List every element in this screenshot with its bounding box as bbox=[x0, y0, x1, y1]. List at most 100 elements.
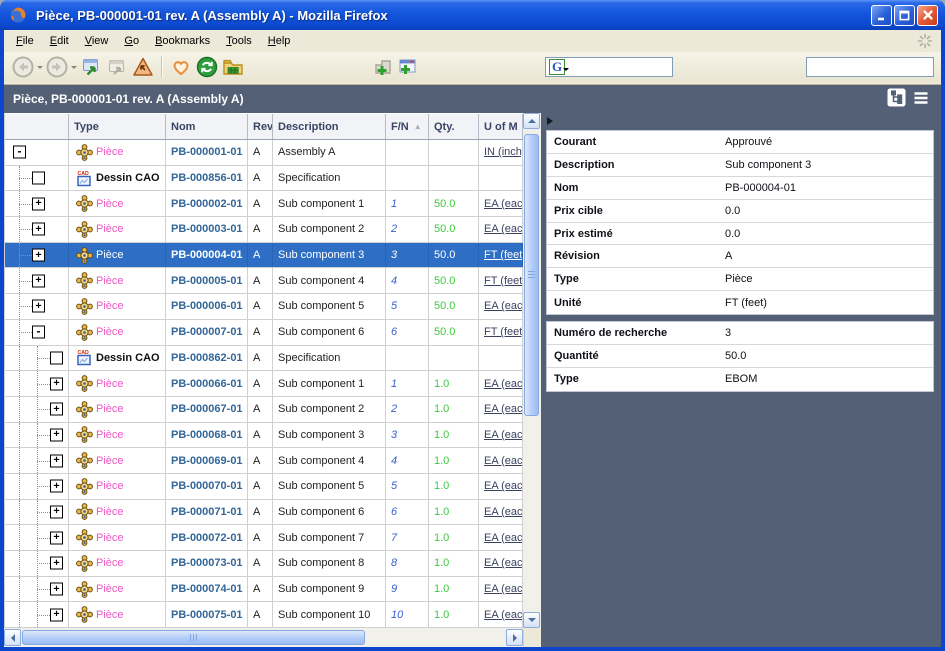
uom-value[interactable]: FT (feet) bbox=[484, 326, 523, 338]
table-row[interactable]: +PiècePB-000072-01ASub component 771.0EA… bbox=[5, 525, 523, 551]
horizontal-scroll-thumb[interactable] bbox=[22, 630, 365, 645]
table-row[interactable]: +PiècePB-000004-01ASub component 3350.0F… bbox=[5, 243, 523, 269]
search-box[interactable] bbox=[806, 57, 934, 77]
nom-value[interactable]: PB-000071-01 bbox=[171, 506, 243, 518]
uom-value[interactable]: EA (each) bbox=[484, 300, 523, 312]
uom-value[interactable]: IN (inch) bbox=[484, 146, 523, 158]
table-row[interactable]: +PiècePB-000066-01ASub component 111.0EA… bbox=[5, 371, 523, 397]
expand-toggle[interactable]: + bbox=[50, 531, 63, 544]
menu-view[interactable]: View bbox=[77, 31, 117, 51]
add-window-button[interactable] bbox=[396, 56, 418, 78]
drawing-box[interactable] bbox=[50, 351, 63, 364]
table-row[interactable]: +PiècePB-000075-01ASub component 10101.0… bbox=[5, 602, 523, 628]
table-row[interactable]: CADDessin CAOPB-000862-01ASpecification bbox=[5, 346, 523, 372]
menu-help[interactable]: Help bbox=[260, 31, 299, 51]
nom-value[interactable]: PB-000007-01 bbox=[171, 326, 243, 338]
collapse-toggle[interactable]: - bbox=[13, 146, 26, 159]
scroll-right-button[interactable] bbox=[506, 629, 523, 646]
expand-toggle[interactable]: + bbox=[50, 403, 63, 416]
table-row[interactable]: +PiècePB-000068-01ASub component 331.0EA… bbox=[5, 423, 523, 449]
forward-button[interactable] bbox=[45, 55, 69, 79]
forward-dropdown-icon[interactable] bbox=[71, 66, 77, 72]
back-dropdown-icon[interactable] bbox=[37, 66, 43, 72]
expand-toggle[interactable]: + bbox=[32, 300, 45, 313]
scroll-down-button[interactable] bbox=[523, 612, 540, 628]
vertical-scroll-thumb[interactable] bbox=[524, 134, 539, 416]
nom-value[interactable]: PB-000067-01 bbox=[171, 403, 243, 415]
minimize-button[interactable] bbox=[871, 5, 892, 26]
panel-collapse-arrow-icon[interactable] bbox=[547, 117, 557, 125]
nom-value[interactable]: PB-000862-01 bbox=[171, 352, 243, 364]
expand-toggle[interactable]: + bbox=[50, 505, 63, 518]
table-row[interactable]: -PiècePB-000001-01AAssembly AIN (inch) bbox=[5, 140, 523, 166]
drawing-box[interactable] bbox=[32, 172, 45, 185]
column-header-fn[interactable]: F/N▲ bbox=[386, 114, 429, 139]
nom-value[interactable]: PB-000066-01 bbox=[171, 378, 243, 390]
expand-toggle[interactable]: + bbox=[50, 428, 63, 441]
expand-toggle[interactable]: + bbox=[50, 557, 63, 570]
uom-value[interactable]: EA (each) bbox=[484, 378, 523, 390]
title-bar[interactable]: Pièce, PB-000001-01 rev. A (Assembly A) … bbox=[0, 0, 945, 30]
nom-value[interactable]: PB-000068-01 bbox=[171, 429, 243, 441]
expand-toggle[interactable]: + bbox=[32, 197, 45, 210]
table-row[interactable]: +PiècePB-000070-01ASub component 551.0EA… bbox=[5, 474, 523, 500]
uom-value[interactable]: EA (each) bbox=[484, 455, 523, 467]
back-button[interactable] bbox=[11, 55, 35, 79]
engine-dropdown-icon[interactable] bbox=[563, 68, 569, 74]
expand-toggle[interactable]: + bbox=[50, 377, 63, 390]
table-row[interactable]: +PiècePB-000006-01ASub component 5550.0E… bbox=[5, 294, 523, 320]
table-row[interactable]: +PiècePB-000071-01ASub component 661.0EA… bbox=[5, 500, 523, 526]
table-row[interactable]: CADDessin CAOPB-000856-01ASpecification bbox=[5, 166, 523, 192]
table-row[interactable]: +PiècePB-000003-01ASub component 2250.0E… bbox=[5, 217, 523, 243]
uom-value[interactable]: EA (each) bbox=[484, 480, 523, 492]
table-row[interactable]: +PiècePB-000074-01ASub component 991.0EA… bbox=[5, 577, 523, 603]
table-row[interactable]: +PiècePB-000002-01ASub component 1150.0E… bbox=[5, 191, 523, 217]
uom-value[interactable]: EA (each) bbox=[484, 583, 523, 595]
column-header-description[interactable]: Description bbox=[273, 114, 386, 139]
table-row[interactable]: +PiècePB-000069-01ASub component 441.0EA… bbox=[5, 448, 523, 474]
column-header-expand[interactable] bbox=[5, 114, 69, 139]
uom-value[interactable]: EA (each) bbox=[484, 609, 523, 621]
nom-value[interactable]: PB-000073-01 bbox=[171, 557, 243, 569]
menu-edit[interactable]: Edit bbox=[42, 31, 77, 51]
column-header-uom[interactable]: U of M bbox=[479, 114, 523, 139]
expand-toggle[interactable]: + bbox=[32, 249, 45, 262]
uom-value[interactable]: EA (each) bbox=[484, 403, 523, 415]
expand-toggle[interactable]: + bbox=[50, 608, 63, 621]
uom-value[interactable]: EA (each) bbox=[484, 198, 523, 210]
uom-value[interactable]: FT (feet) bbox=[484, 249, 523, 261]
nom-value[interactable]: PB-000001-01 bbox=[171, 146, 243, 158]
nom-value[interactable]: PB-000075-01 bbox=[171, 609, 243, 621]
maximize-button[interactable] bbox=[894, 5, 915, 26]
column-header-qty[interactable]: Qty. bbox=[429, 114, 479, 139]
open-folder-button[interactable] bbox=[221, 55, 245, 79]
nom-value[interactable]: PB-000006-01 bbox=[171, 300, 243, 312]
menu-tools[interactable]: Tools bbox=[218, 31, 260, 51]
column-header-type[interactable]: Type bbox=[69, 114, 166, 139]
alert-triangle-button[interactable] bbox=[131, 55, 155, 79]
uom-value[interactable]: EA (each) bbox=[484, 429, 523, 441]
horizontal-scrollbar[interactable] bbox=[4, 628, 523, 647]
refresh-button[interactable] bbox=[195, 55, 219, 79]
nom-value[interactable]: PB-000005-01 bbox=[171, 275, 243, 287]
uom-value[interactable]: FT (feet) bbox=[484, 275, 523, 287]
scroll-left-button[interactable] bbox=[4, 629, 21, 646]
collapse-toggle[interactable]: - bbox=[32, 326, 45, 339]
search-input[interactable] bbox=[571, 59, 672, 75]
nom-value[interactable]: PB-000002-01 bbox=[171, 198, 243, 210]
expand-toggle[interactable]: + bbox=[32, 274, 45, 287]
table-row[interactable]: -PiècePB-000007-01ASub component 6650.0F… bbox=[5, 320, 523, 346]
uom-value[interactable]: EA (each) bbox=[484, 506, 523, 518]
expand-toggle[interactable]: + bbox=[32, 223, 45, 236]
favorites-heart-button[interactable] bbox=[169, 55, 193, 79]
menu-bookmarks[interactable]: Bookmarks bbox=[147, 31, 218, 51]
expand-toggle[interactable]: + bbox=[50, 454, 63, 467]
scroll-up-button[interactable] bbox=[523, 113, 540, 129]
table-row[interactable]: +PiècePB-000073-01ASub component 881.0EA… bbox=[5, 551, 523, 577]
menu-file[interactable]: File bbox=[8, 31, 42, 51]
expand-toggle[interactable]: + bbox=[50, 480, 63, 493]
uom-value[interactable]: EA (each) bbox=[484, 532, 523, 544]
table-row[interactable]: +PiècePB-000067-01ASub component 221.0EA… bbox=[5, 397, 523, 423]
uom-value[interactable]: EA (each) bbox=[484, 557, 523, 569]
nom-value[interactable]: PB-000004-01 bbox=[171, 249, 243, 261]
